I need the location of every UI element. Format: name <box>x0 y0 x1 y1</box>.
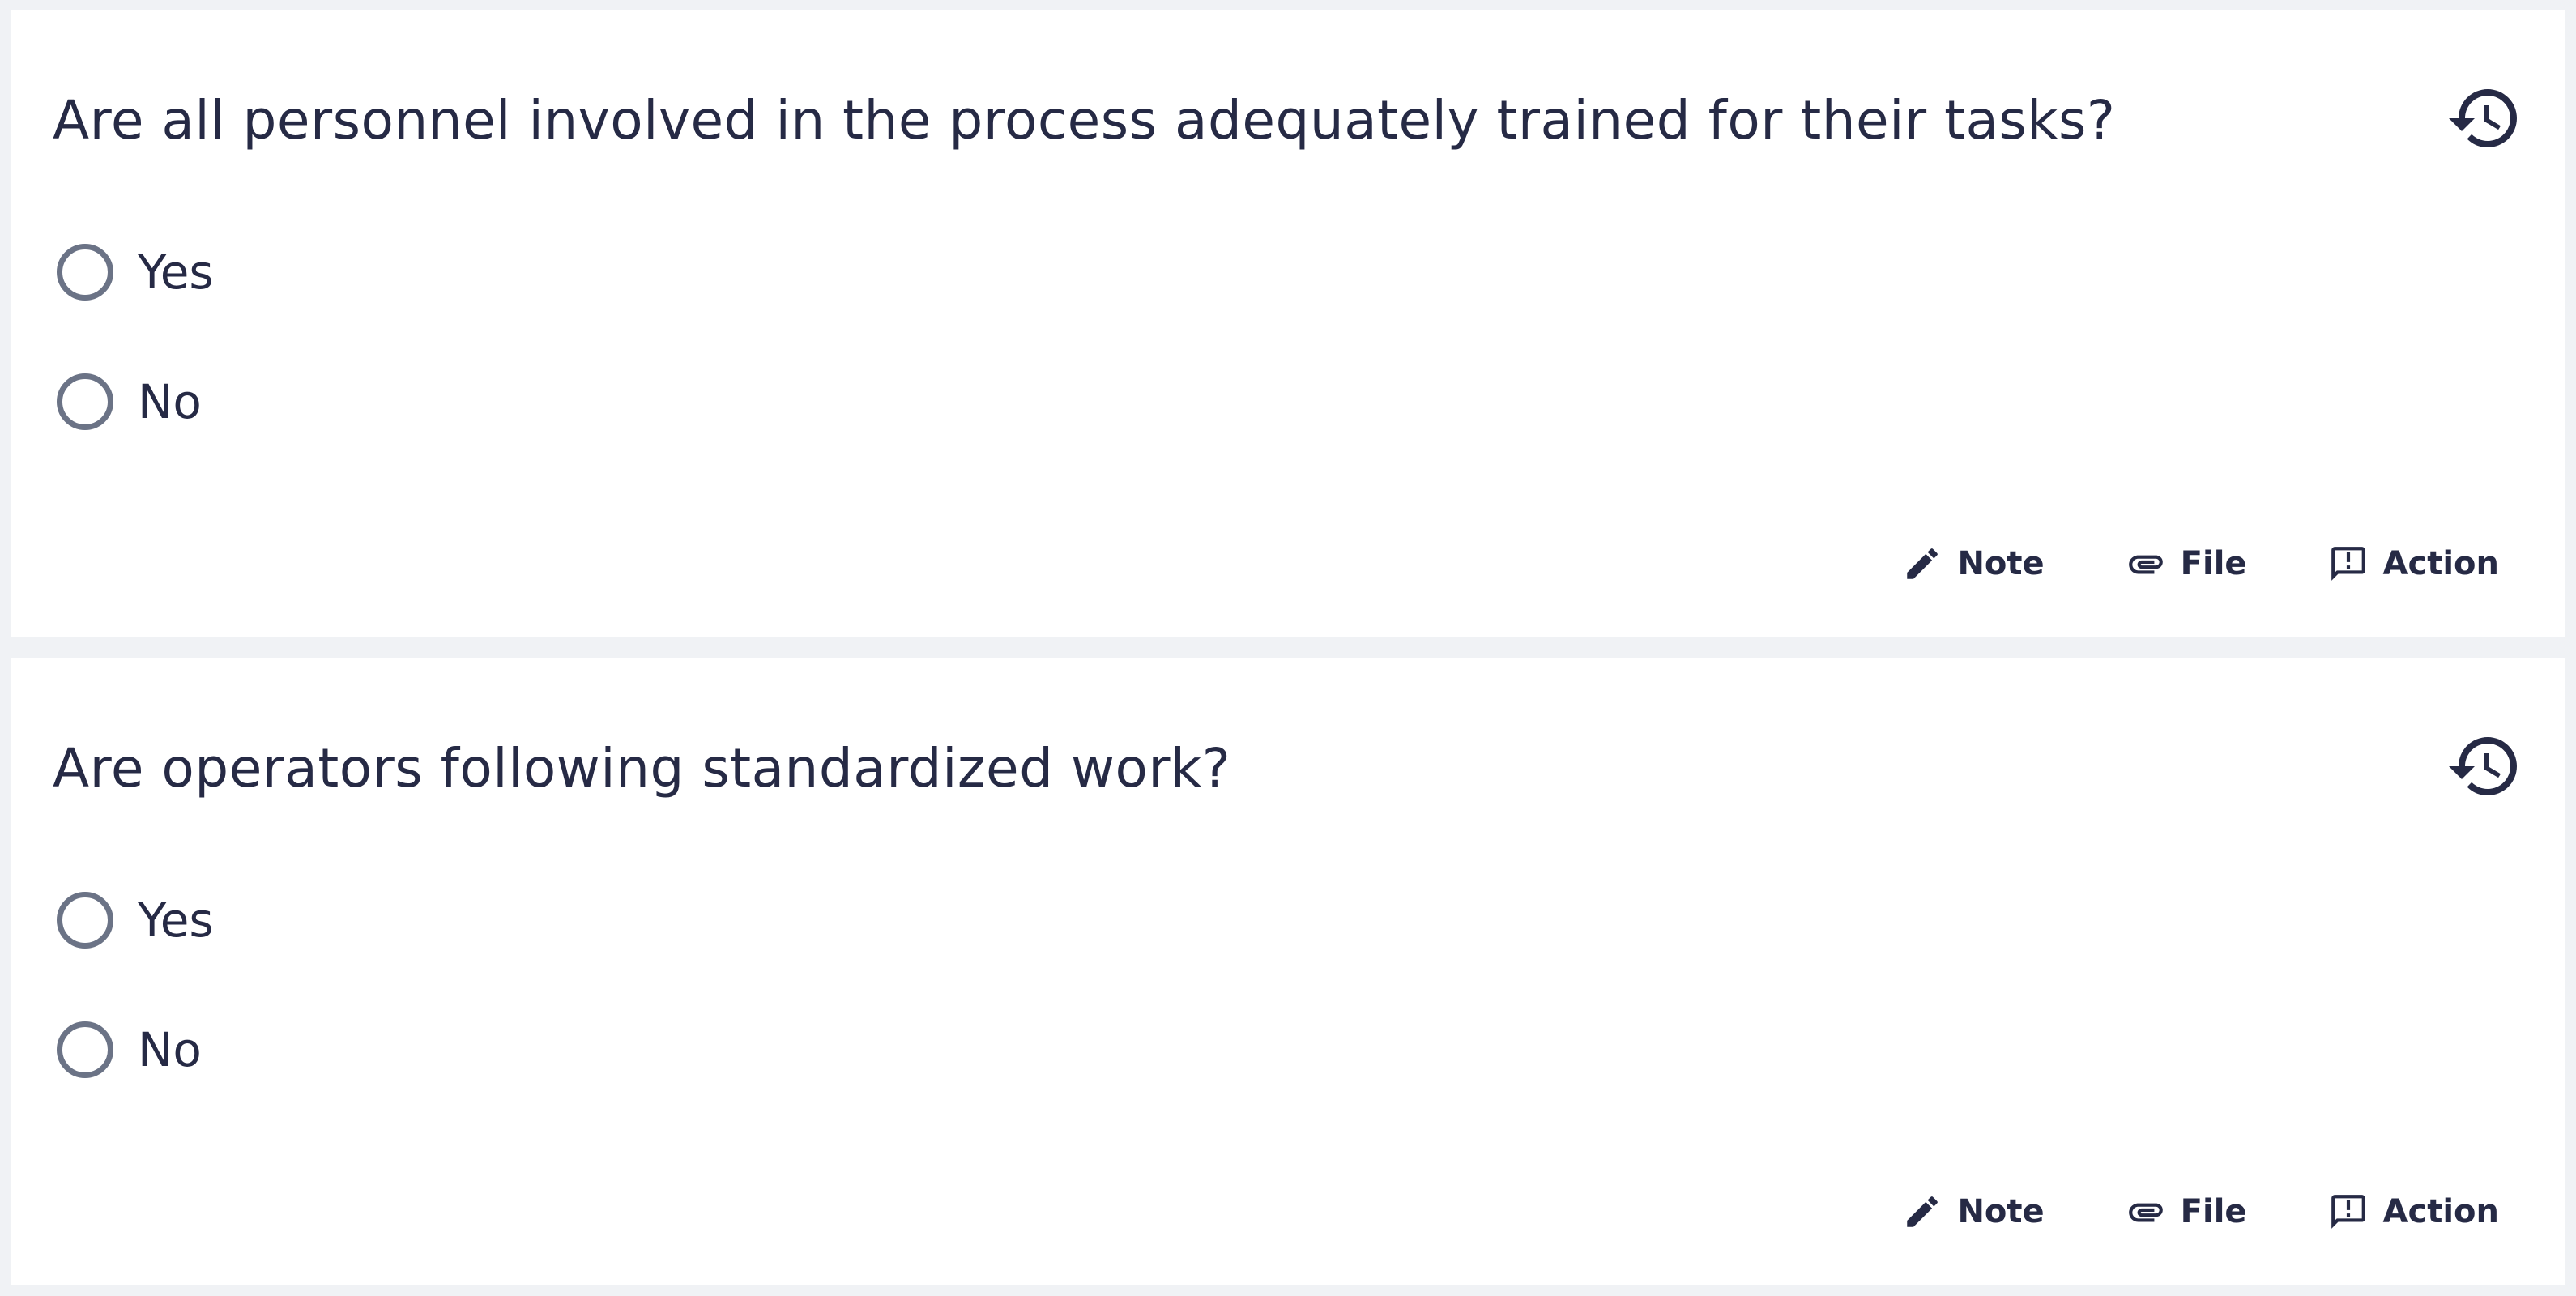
history-button[interactable] <box>2446 79 2523 157</box>
option-yes[interactable]: Yes <box>57 884 214 957</box>
history-icon <box>2449 89 2517 148</box>
option-label: No <box>138 1022 202 1077</box>
note-button[interactable]: Note <box>1902 544 2045 584</box>
action-button[interactable]: Action <box>2328 1192 2499 1232</box>
report-icon <box>2328 1192 2369 1232</box>
action-label: Action <box>2382 1193 2499 1230</box>
action-label: Action <box>2382 545 2499 582</box>
action-bar: Note File Action <box>1902 1178 2499 1246</box>
radio-button[interactable] <box>57 1021 113 1078</box>
option-no[interactable]: No <box>57 365 202 438</box>
history-button[interactable] <box>2446 727 2523 805</box>
file-button[interactable]: File <box>2126 544 2247 584</box>
radio-button[interactable] <box>57 373 113 430</box>
pencil-icon <box>1902 1192 1943 1232</box>
option-no[interactable]: No <box>57 1013 202 1086</box>
pencil-icon <box>1902 544 1943 584</box>
note-label: Note <box>1957 1193 2045 1230</box>
paperclip-icon <box>2126 544 2166 584</box>
file-label: File <box>2180 1193 2247 1230</box>
radio-button[interactable] <box>57 244 113 301</box>
question-card: Are operators following standardized wor… <box>11 658 2565 1285</box>
report-icon <box>2328 544 2369 584</box>
checklist: Are all personnel involved in the proces… <box>0 0 2576 1296</box>
history-icon <box>2449 737 2517 795</box>
option-yes[interactable]: Yes <box>57 236 214 309</box>
action-bar: Note File Action <box>1902 530 2499 598</box>
paperclip-icon <box>2126 1192 2166 1232</box>
note-button[interactable]: Note <box>1902 1192 2045 1232</box>
file-label: File <box>2180 545 2247 582</box>
note-label: Note <box>1957 545 2045 582</box>
file-button[interactable]: File <box>2126 1192 2247 1232</box>
question-card: Are all personnel involved in the proces… <box>11 10 2565 637</box>
question-title: Are all personnel involved in the proces… <box>53 89 2116 151</box>
radio-button[interactable] <box>57 892 113 949</box>
option-label: No <box>138 374 202 429</box>
option-label: Yes <box>138 893 214 948</box>
option-label: Yes <box>138 245 214 300</box>
question-title: Are operators following standardized wor… <box>53 737 1231 799</box>
action-button[interactable]: Action <box>2328 544 2499 584</box>
